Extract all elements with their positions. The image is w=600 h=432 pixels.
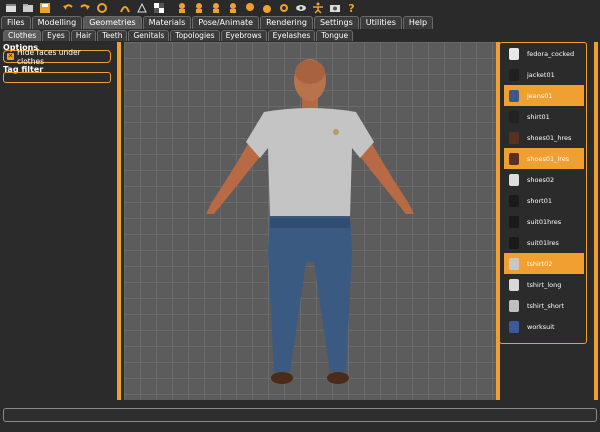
clothes-item-label: tshirt_long — [527, 280, 562, 289]
left-panel: Options ✕ Hide faces under clothes Tag f… — [0, 42, 116, 400]
clothes-item-label: shoes02 — [527, 175, 555, 184]
checkbox-check-icon[interactable]: ✕ — [7, 53, 14, 60]
hide-faces-checkbox[interactable]: ✕ Hide faces under clothes — [3, 47, 111, 66]
redo-icon[interactable] — [77, 1, 92, 15]
left-view-icon[interactable] — [208, 1, 223, 15]
right-scrollbar[interactable] — [594, 42, 598, 400]
left-panel-slider[interactable] — [117, 42, 121, 400]
subtab-teeth[interactable]: Teeth — [97, 30, 128, 41]
human-model — [206, 59, 414, 384]
jeans-icon — [505, 87, 523, 105]
clothes-item-label: shoes01_lres — [527, 154, 570, 163]
clothes-list: fedora_cocked jacket01 jeans01 shirt01 shoes… — [499, 42, 587, 344]
reset-camera-icon[interactable] — [276, 1, 291, 15]
tab-modelling[interactable]: Modelling — [31, 16, 83, 29]
list-item[interactable]: suit01lres — [504, 232, 584, 253]
tshirt-icon — [505, 255, 523, 273]
clothes-item-label: fedora_cocked — [527, 49, 575, 58]
suit-icon — [505, 234, 523, 252]
subtab-eyes[interactable]: Eyes — [42, 30, 70, 41]
list-item[interactable]: shoes01_hres — [504, 127, 584, 148]
clothes-item-label: suit01lres — [527, 238, 559, 247]
subtab-eyelashes[interactable]: Eyelashes — [267, 30, 316, 41]
clothes-item-label: jacket01 — [527, 70, 555, 79]
eye-icon[interactable] — [293, 1, 308, 15]
smooth-icon[interactable] — [117, 1, 132, 15]
clothes-item-label: jeans01 — [527, 91, 553, 100]
clothes-item-label: shirt01 — [527, 112, 550, 121]
sub-tab-bar: Clothes Eyes Hair Teeth Genitals Topologies Ey… — [0, 30, 600, 42]
clothes-item-label: short01 — [527, 196, 552, 205]
subtab-hair[interactable]: Hair — [70, 30, 97, 41]
clothes-item-label: worksuit — [527, 322, 555, 331]
subtab-clothes[interactable]: Clothes — [3, 30, 42, 41]
tab-geometries[interactable]: Geometries — [83, 16, 142, 29]
checker-icon[interactable] — [151, 1, 166, 15]
list-item[interactable]: worksuit — [504, 316, 584, 337]
wireframe-icon[interactable] — [134, 1, 149, 15]
worksuit-icon — [505, 318, 523, 336]
list-item[interactable]: tshirt_short — [504, 295, 584, 316]
undo-icon[interactable] — [60, 1, 75, 15]
shoe-icon — [505, 171, 523, 189]
tshirt-icon — [505, 297, 523, 315]
list-item[interactable]: shoes01_lres — [504, 148, 584, 169]
subtab-genitals[interactable]: Genitals — [128, 30, 170, 41]
shorts-icon — [505, 192, 523, 210]
save-icon[interactable] — [37, 1, 52, 15]
list-item[interactable]: jeans01 — [504, 85, 584, 106]
status-bar — [3, 408, 597, 422]
jacket-icon — [505, 66, 523, 84]
shoe-icon — [505, 150, 523, 168]
list-item[interactable]: suit01hres — [504, 211, 584, 232]
camera-icon[interactable] — [327, 1, 342, 15]
bottom-view-icon[interactable] — [259, 1, 274, 15]
list-item[interactable]: jacket01 — [504, 64, 584, 85]
hat-icon — [505, 45, 523, 63]
folder-icon[interactable] — [20, 1, 35, 15]
3d-viewport[interactable] — [124, 42, 496, 400]
subtab-eyebrows[interactable]: Eyebrows — [220, 30, 267, 41]
list-item[interactable]: shirt01 — [504, 106, 584, 127]
hide-faces-label: Hide faces under clothes — [17, 47, 81, 66]
tab-pose-animate[interactable]: Pose/Animate — [192, 16, 260, 29]
shoe-icon — [505, 129, 523, 147]
suit-icon — [505, 213, 523, 231]
list-item[interactable]: short01 — [504, 190, 584, 211]
list-item[interactable]: tshirt02 — [504, 253, 584, 274]
subtab-tongue[interactable]: Tongue — [316, 30, 354, 41]
top-view-icon[interactable] — [242, 1, 257, 15]
back-view-icon[interactable] — [191, 1, 206, 15]
help-icon[interactable]: ? — [344, 1, 359, 15]
clothes-item-label: tshirt_short — [527, 301, 565, 310]
shirt-icon — [505, 108, 523, 126]
tab-files[interactable]: Files — [1, 16, 31, 29]
file-icon[interactable] — [3, 1, 18, 15]
clothes-item-label: shoes01_hres — [527, 133, 572, 142]
tab-materials[interactable]: Materials — [142, 16, 192, 29]
tab-rendering[interactable]: Rendering — [260, 16, 313, 29]
subtab-topologies[interactable]: Topologies — [170, 30, 220, 41]
clothes-item-label: suit01hres — [527, 217, 562, 226]
tag-filter-input[interactable] — [3, 72, 111, 83]
toolbar: ? — [0, 0, 600, 16]
clothes-item-label: tshirt02 — [527, 259, 553, 268]
list-item[interactable]: tshirt_long — [504, 274, 584, 295]
tshirt-icon — [505, 276, 523, 294]
tab-settings[interactable]: Settings — [313, 16, 359, 29]
pose-icon[interactable] — [310, 1, 325, 15]
list-item[interactable]: shoes02 — [504, 169, 584, 190]
tab-help[interactable]: Help — [402, 16, 434, 29]
right-view-icon[interactable] — [225, 1, 240, 15]
reset-icon[interactable] — [94, 1, 109, 15]
list-item[interactable]: fedora_cocked — [504, 43, 584, 64]
main-tab-bar: Files Modelling Geometries Materials Pose/An… — [0, 16, 600, 30]
front-view-icon[interactable] — [174, 1, 189, 15]
tab-utilities[interactable]: Utilities — [359, 16, 402, 29]
